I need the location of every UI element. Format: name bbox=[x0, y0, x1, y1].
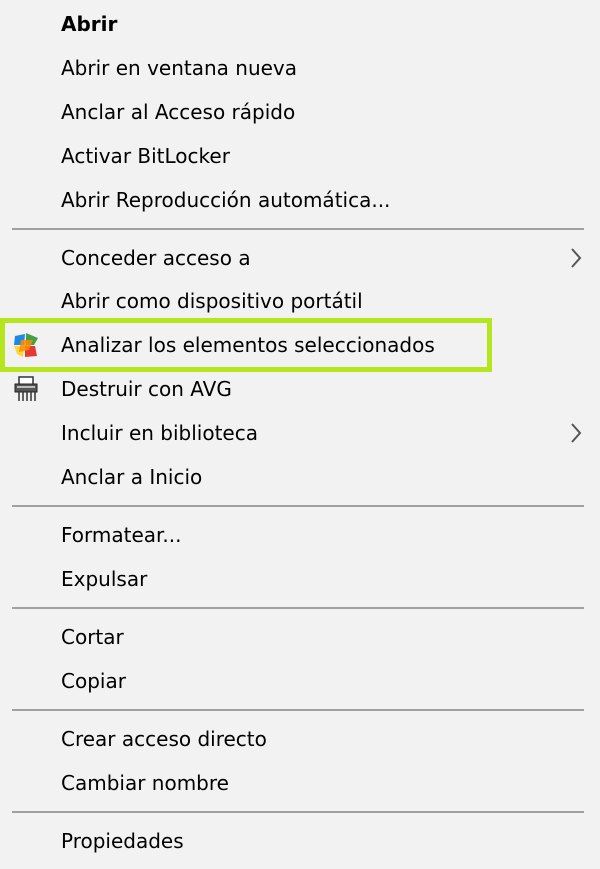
menu-item-label: Propiedades bbox=[61, 829, 184, 853]
menu-item-label: Analizar los elementos seleccionados bbox=[61, 333, 435, 357]
menu-item-cortar[interactable]: Cortar bbox=[0, 617, 600, 657]
menu-separator bbox=[12, 228, 584, 230]
menu-item-label: Abrir como dispositivo portátil bbox=[61, 289, 363, 313]
menu-item-label: Abrir en ventana nueva bbox=[61, 56, 298, 80]
menu-item-label: Abrir bbox=[61, 12, 118, 36]
menu-item-label: Expulsar bbox=[61, 567, 148, 591]
menu-item-incluir-biblioteca[interactable]: Incluir en biblioteca bbox=[0, 413, 600, 453]
menu-item-label: Copiar bbox=[61, 669, 126, 693]
menu-item-label: Anclar al Acceso rápido bbox=[61, 100, 296, 124]
menu-separator bbox=[12, 505, 584, 507]
menu-item-analizar-seleccionados[interactable]: Analizar los elementos seleccionados bbox=[0, 325, 600, 365]
menu-item-anclar-inicio[interactable]: Anclar a Inicio bbox=[0, 457, 600, 497]
menu-item-label: Activar BitLocker bbox=[61, 144, 230, 168]
menu-item-crear-acceso-directo[interactable]: Crear acceso directo bbox=[0, 719, 600, 759]
chevron-right-icon bbox=[571, 423, 582, 443]
menu-item-dispositivo-portatil[interactable]: Abrir como dispositivo portátil bbox=[0, 281, 600, 321]
chevron-right-icon bbox=[571, 248, 582, 268]
context-menu: Abrir Abrir en ventana nueva Anclar al A… bbox=[0, 0, 600, 869]
menu-item-label: Conceder acceso a bbox=[61, 246, 251, 270]
avg-scan-icon bbox=[14, 333, 38, 357]
menu-item-label: Cambiar nombre bbox=[61, 771, 229, 795]
menu-item-label: Abrir Reproducción automática... bbox=[61, 188, 391, 212]
menu-item-label: Formatear... bbox=[61, 523, 182, 547]
menu-item-copiar[interactable]: Copiar bbox=[0, 661, 600, 701]
menu-item-label: Crear acceso directo bbox=[61, 727, 267, 751]
menu-item-propiedades[interactable]: Propiedades bbox=[0, 821, 600, 861]
menu-item-label: Cortar bbox=[61, 625, 124, 649]
menu-item-cambiar-nombre[interactable]: Cambiar nombre bbox=[0, 763, 600, 803]
menu-item-abrir-ventana-nueva[interactable]: Abrir en ventana nueva bbox=[0, 48, 600, 88]
menu-item-abrir[interactable]: Abrir bbox=[0, 4, 600, 44]
menu-item-formatear[interactable]: Formatear... bbox=[0, 515, 600, 555]
menu-separator bbox=[12, 607, 584, 609]
menu-separator bbox=[12, 709, 584, 711]
menu-item-activar-bitlocker[interactable]: Activar BitLocker bbox=[0, 136, 600, 176]
menu-item-label: Destruir con AVG bbox=[61, 377, 232, 401]
menu-item-reproduccion-automatica[interactable]: Abrir Reproducción automática... bbox=[0, 180, 600, 220]
menu-item-anclar-acceso-rapido[interactable]: Anclar al Acceso rápido bbox=[0, 92, 600, 132]
menu-separator bbox=[12, 811, 584, 813]
menu-item-conceder-acceso[interactable]: Conceder acceso a bbox=[0, 238, 600, 278]
menu-item-label: Anclar a Inicio bbox=[61, 465, 203, 489]
menu-item-expulsar[interactable]: Expulsar bbox=[0, 559, 600, 599]
shredder-icon bbox=[14, 376, 38, 401]
menu-item-label: Incluir en biblioteca bbox=[61, 421, 258, 445]
menu-item-destruir-avg[interactable]: Destruir con AVG bbox=[0, 369, 600, 409]
